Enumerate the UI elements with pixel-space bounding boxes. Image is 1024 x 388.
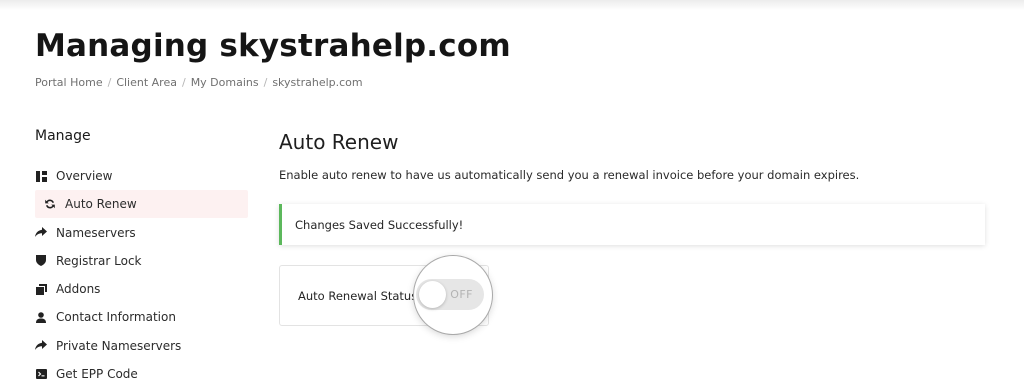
sidebar-item-label: Private Nameservers xyxy=(56,338,182,353)
sidebar-item-label: Addons xyxy=(56,282,101,297)
sidebar-item-nameservers[interactable]: Nameservers xyxy=(35,219,248,247)
sync-icon xyxy=(44,198,56,210)
section-description: Enable auto renew to have us automatical… xyxy=(279,168,860,182)
sidebar-item-private-nameservers[interactable]: Private Nameservers xyxy=(35,332,248,360)
sidebar-title: Manage xyxy=(35,128,91,144)
sidebar-item-label: Auto Renew xyxy=(65,197,137,212)
auto-renewal-toggle[interactable]: OFF xyxy=(416,279,484,310)
share-arrow-icon xyxy=(35,227,47,239)
shield-icon xyxy=(35,255,47,267)
breadcrumb-current-domain: skystrahelp.com xyxy=(272,76,363,89)
sidebar-item-overview[interactable]: Overview xyxy=(35,162,248,190)
breadcrumb-client-area[interactable]: Client Area xyxy=(116,76,177,89)
sidebar-item-registrar-lock[interactable]: Registrar Lock xyxy=(35,247,248,275)
breadcrumb: Portal Home / Client Area / My Domains / skyst… xyxy=(35,76,363,89)
breadcrumb-portal-home[interactable]: Portal Home xyxy=(35,76,103,89)
user-icon xyxy=(35,311,47,323)
sidebar-item-label: Get EPP Code xyxy=(56,367,138,382)
section-title: Auto Renew xyxy=(279,130,399,154)
sidebar-item-label: Overview xyxy=(56,169,113,183)
page-title: Managing skystrahelp.com xyxy=(35,28,511,64)
sidebar-item-addons[interactable]: Addons xyxy=(35,275,248,303)
top-shadow xyxy=(0,0,1024,10)
success-alert: Changes Saved Successfully! xyxy=(279,204,985,245)
breadcrumb-my-domains[interactable]: My Domains xyxy=(191,76,259,89)
share-arrow-icon xyxy=(35,340,47,352)
main-content: Auto Renew Enable auto renew to have us … xyxy=(279,130,991,334)
sidebar-item-label: Contact Information xyxy=(56,310,176,325)
sidebar-item-auto-renew[interactable]: Auto Renew xyxy=(35,190,248,219)
sidebar-item-get-epp-code[interactable]: Get EPP Code xyxy=(35,360,248,388)
success-alert-text: Changes Saved Successfully! xyxy=(295,217,464,232)
sidebar: Manage Overview Auto Renew Nameservers R… xyxy=(35,128,248,388)
sidebar-item-label: Registrar Lock xyxy=(56,253,142,268)
auto-renewal-status-card: Auto Renewal Status: OFF xyxy=(279,256,492,334)
overview-icon xyxy=(35,170,47,182)
sidebar-item-label: Nameservers xyxy=(56,225,136,240)
auto-renewal-status-label: Auto Renewal Status: xyxy=(298,289,422,303)
sidebar-item-contact-information[interactable]: Contact Information xyxy=(35,303,248,331)
addons-icon xyxy=(35,283,47,295)
toggle-state-text: OFF xyxy=(450,288,473,301)
code-icon xyxy=(35,368,47,380)
toggle-knob[interactable] xyxy=(419,281,446,308)
